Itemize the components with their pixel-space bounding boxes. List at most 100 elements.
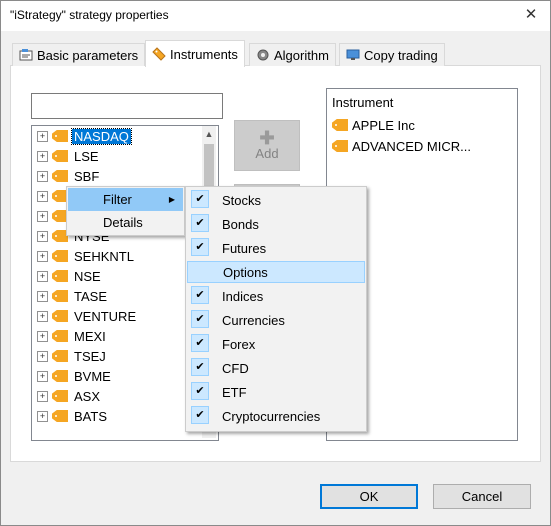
ok-button[interactable]: OK: [320, 484, 418, 509]
menu-item-label: Filter: [103, 192, 132, 207]
filter-item-stocks[interactable]: ✔ Stocks: [187, 189, 365, 211]
tag-icon: [52, 310, 68, 322]
menu-item-details[interactable]: Details: [68, 211, 183, 234]
expand-icon[interactable]: +: [37, 290, 48, 302]
filter-item-indices[interactable]: ✔ Indices: [187, 285, 365, 307]
checkmark-icon: ✔: [191, 310, 209, 328]
filter-item-label: Cryptocurrencies: [222, 408, 321, 424]
sliders-icon: [19, 48, 33, 62]
tab-algorithm[interactable]: Algorithm: [249, 43, 336, 66]
menu-item-filter[interactable]: Filter ▶: [68, 188, 183, 211]
tag-icon: [52, 390, 68, 402]
add-button[interactable]: ✚ Add: [234, 120, 300, 171]
ok-button-label: OK: [359, 489, 379, 504]
gear-icon: [256, 48, 270, 62]
context-menu: Filter ▶ Details: [66, 186, 185, 236]
monitor-icon: [346, 48, 360, 62]
filter-item-options[interactable]: Options: [187, 261, 365, 283]
list-item[interactable]: APPLE Inc: [330, 115, 415, 135]
tag-icon: [52, 250, 68, 262]
filter-item-label: Indices: [222, 288, 264, 304]
tab-label: Copy trading: [364, 47, 438, 63]
list-item[interactable]: ADVANCED MICR...: [330, 136, 471, 156]
expand-icon[interactable]: +: [37, 210, 48, 222]
scroll-up-icon[interactable]: ▲: [202, 127, 216, 141]
tree-item[interactable]: + BVME: [37, 366, 113, 386]
checkmark-icon: ✔: [191, 238, 209, 256]
plus-icon: ✚: [259, 128, 275, 148]
tree-item-label: VENTURE: [74, 308, 137, 324]
tag-icon: [52, 170, 68, 182]
window-title: "iStrategy" strategy properties: [10, 8, 169, 22]
checkmark-icon: ✔: [191, 406, 209, 424]
tag-icon: [332, 119, 348, 131]
tree-item-label: LSE: [74, 148, 99, 164]
filter-item-forex[interactable]: ✔ Forex: [187, 333, 365, 355]
expand-icon[interactable]: +: [37, 370, 48, 382]
expand-icon[interactable]: +: [37, 390, 48, 402]
expand-icon[interactable]: +: [37, 130, 48, 142]
filter-item-etf[interactable]: ✔ ETF: [187, 381, 365, 403]
filter-item-label: Options: [223, 264, 268, 280]
tree-item-label: ASX: [74, 388, 101, 404]
tree-item[interactable]: + MEXI: [37, 326, 108, 346]
checkmark-icon: ✔: [191, 190, 209, 208]
expand-icon[interactable]: +: [37, 310, 48, 322]
instrument-column-header[interactable]: Instrument: [332, 95, 393, 110]
cancel-button-label: Cancel: [461, 489, 503, 504]
filter-item-currencies[interactable]: ✔ Currencies: [187, 309, 365, 331]
scrollbar-thumb[interactable]: [204, 144, 214, 190]
tree-item[interactable]: + VENTURE: [37, 306, 138, 326]
tree-item[interactable]: + ASX: [37, 386, 102, 406]
tree-item-label: BATS: [74, 408, 107, 424]
menu-item-label: Details: [103, 215, 143, 230]
filter-item-cfd[interactable]: ✔ CFD: [187, 357, 365, 379]
expand-icon[interactable]: +: [37, 330, 48, 342]
tree-item-label: NASDAQ: [71, 127, 132, 145]
submenu-arrow-icon: ▶: [168, 195, 175, 204]
tag-icon: [52, 410, 68, 422]
tree-item-label: SEHKNTL: [74, 248, 134, 264]
expand-icon[interactable]: +: [37, 230, 48, 242]
filter-item-label: ETF: [222, 384, 247, 400]
tree-item[interactable]: + NSE: [37, 266, 103, 286]
tree-item[interactable]: + LSE: [37, 146, 101, 166]
tag-icon: [152, 47, 166, 61]
filter-item-bonds[interactable]: ✔ Bonds: [187, 213, 365, 235]
checkmark-icon: ✔: [191, 382, 209, 400]
expand-icon[interactable]: +: [37, 410, 48, 422]
filter-item-cryptocurrencies[interactable]: ✔ Cryptocurrencies: [187, 405, 365, 427]
cancel-button[interactable]: Cancel: [433, 484, 531, 509]
checkmark-icon: ✔: [191, 214, 209, 232]
tree-item[interactable]: + TASE: [37, 286, 109, 306]
search-input[interactable]: [31, 93, 223, 119]
filter-item-label: CFD: [222, 360, 249, 376]
checkmark-icon: ✔: [191, 286, 209, 304]
tree-item-label: BVME: [74, 368, 111, 384]
tree-item[interactable]: + NASDAQ: [37, 126, 132, 146]
filter-item-label: Bonds: [222, 216, 259, 232]
tab-copy-trading[interactable]: Copy trading: [339, 43, 445, 66]
filter-item-label: Forex: [222, 336, 256, 352]
expand-icon[interactable]: +: [37, 190, 48, 202]
expand-icon[interactable]: +: [37, 270, 48, 282]
expand-icon[interactable]: +: [37, 250, 48, 262]
tag-icon: [52, 290, 68, 302]
filter-item-futures[interactable]: ✔ Futures: [187, 237, 365, 259]
checkmark-icon: ✔: [191, 358, 209, 376]
expand-icon[interactable]: +: [37, 350, 48, 362]
close-icon[interactable]: ✕: [516, 2, 546, 28]
expand-icon[interactable]: +: [37, 150, 48, 162]
tag-icon: [52, 330, 68, 342]
tag-icon: [52, 130, 68, 142]
tab-instruments[interactable]: Instruments: [145, 40, 245, 67]
tab-basic-parameters[interactable]: Basic parameters: [12, 43, 146, 66]
tree-item[interactable]: + BATS: [37, 406, 109, 426]
expand-icon[interactable]: +: [37, 170, 48, 182]
tab-label: Basic parameters: [37, 47, 139, 63]
tree-item[interactable]: + SEHKNTL: [37, 246, 136, 266]
instrument-name: APPLE Inc: [352, 117, 415, 133]
tree-item[interactable]: + SBF: [37, 166, 101, 186]
add-button-label: Add: [255, 146, 279, 161]
tree-item[interactable]: + TSEJ: [37, 346, 108, 366]
